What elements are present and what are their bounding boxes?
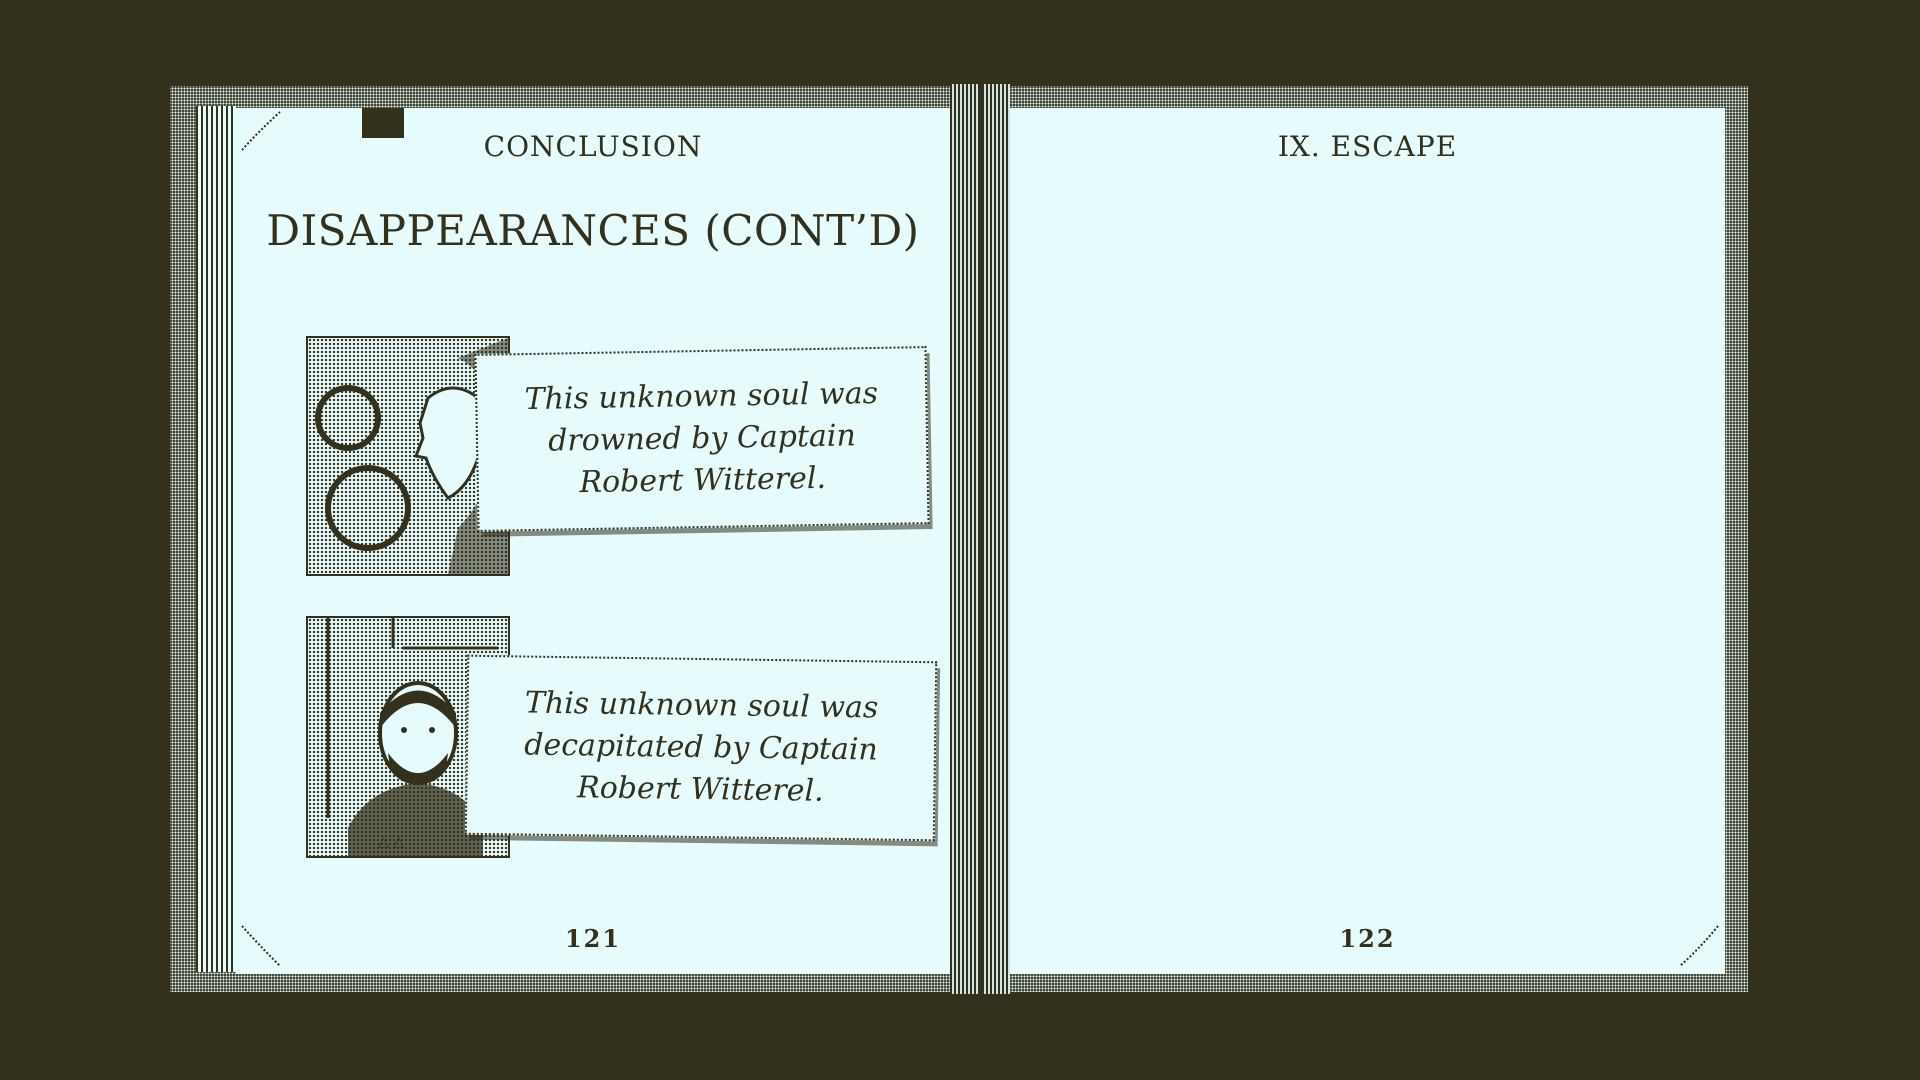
page-edges bbox=[196, 106, 236, 972]
left-page-header: CONCLUSION bbox=[483, 130, 703, 163]
portrait-note-2: This unknown soul was decapitated by Cap… bbox=[464, 654, 938, 842]
right-page-number: 122 bbox=[1339, 924, 1396, 953]
left-page-number: 121 bbox=[564, 924, 622, 953]
page-title: DISAPPEARANCES (CONT’D) bbox=[266, 206, 920, 255]
right-page bbox=[1010, 108, 1725, 974]
right-page-header: IX. ESCAPE bbox=[1277, 130, 1458, 163]
tiny-triangle-icon: △ △ bbox=[378, 834, 404, 850]
book-spine-core bbox=[978, 84, 984, 994]
portrait-note-1: This unknown soul was drowned by Captain… bbox=[474, 346, 930, 532]
